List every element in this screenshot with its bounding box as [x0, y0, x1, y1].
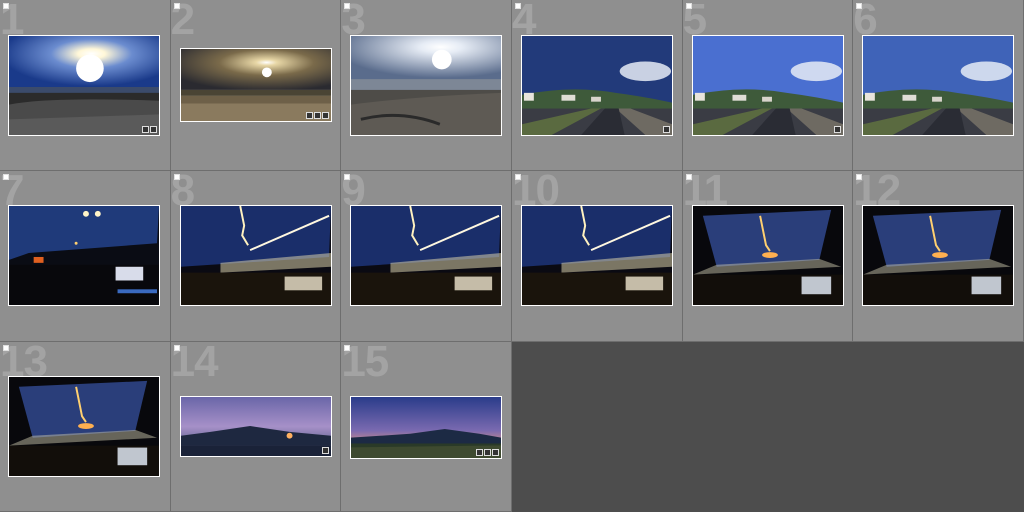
- flag-icon[interactable]: [514, 3, 521, 9]
- flag-icon[interactable]: [344, 345, 351, 351]
- thumbnail-cell[interactable]: 2: [170, 0, 342, 171]
- flag-icon[interactable]: [344, 174, 351, 180]
- photo-thumbnail[interactable]: [179, 396, 332, 457]
- flag-icon[interactable]: [685, 3, 692, 9]
- photo-thumbnail[interactable]: [862, 35, 1015, 136]
- thumbnail-cell[interactable]: 8: [170, 171, 342, 342]
- thumbnail-cell[interactable]: 6: [853, 0, 1024, 171]
- thumbnail-cell[interactable]: 14: [170, 342, 342, 512]
- crop-icon[interactable]: [313, 112, 321, 119]
- thumbnail-badges: [305, 112, 329, 119]
- edit-icon[interactable]: [833, 126, 841, 133]
- edit-icon[interactable]: [492, 449, 500, 456]
- photo-thumbnail[interactable]: [8, 205, 160, 306]
- edit-icon[interactable]: [321, 447, 329, 454]
- thumbnail-cell[interactable]: 7: [0, 171, 171, 342]
- thumbnail-cell[interactable]: 13: [0, 342, 171, 512]
- thumbnail-badges: [476, 449, 500, 456]
- crop-icon[interactable]: [484, 449, 492, 456]
- filmstrip-grid: 1 2 3 4 5 6 7 8 9 10 11 12 13 14 15: [0, 0, 1024, 512]
- flag-icon[interactable]: [173, 345, 180, 351]
- flag-icon[interactable]: [514, 174, 521, 180]
- empty-grid-area: [682, 342, 854, 512]
- flag-icon[interactable]: [685, 174, 692, 180]
- thumbnail-badges: [833, 126, 841, 133]
- flag-icon[interactable]: [344, 3, 351, 9]
- photo-thumbnail[interactable]: [8, 35, 160, 136]
- flag-icon[interactable]: [3, 174, 9, 180]
- photo-thumbnail[interactable]: [691, 205, 844, 306]
- photo-thumbnail[interactable]: [691, 35, 844, 136]
- photo-thumbnail[interactable]: [350, 35, 503, 136]
- thumbnail-cell[interactable]: 1: [0, 0, 171, 171]
- metadata-icon[interactable]: [142, 126, 149, 133]
- photo-thumbnail[interactable]: [862, 205, 1015, 306]
- metadata-icon[interactable]: [305, 112, 313, 119]
- thumbnail-cell[interactable]: 11: [682, 171, 854, 342]
- photo-thumbnail[interactable]: [350, 396, 503, 459]
- thumbnail-badges: [321, 447, 329, 454]
- edit-icon[interactable]: [150, 126, 157, 133]
- thumbnail-cell[interactable]: 5: [682, 0, 854, 171]
- flag-icon[interactable]: [3, 345, 9, 351]
- flag-icon[interactable]: [173, 174, 180, 180]
- empty-grid-area: [511, 342, 683, 512]
- thumbnail-cell[interactable]: 4: [511, 0, 683, 171]
- flag-icon[interactable]: [173, 3, 180, 9]
- flag-icon[interactable]: [3, 3, 9, 9]
- flag-icon[interactable]: [856, 3, 863, 9]
- photo-thumbnail[interactable]: [8, 376, 160, 477]
- photo-thumbnail[interactable]: [350, 205, 503, 306]
- thumbnail-cell[interactable]: 12: [853, 171, 1024, 342]
- thumbnail-badges: [662, 126, 670, 133]
- photo-thumbnail[interactable]: [179, 205, 332, 306]
- flag-icon[interactable]: [856, 174, 863, 180]
- thumbnail-cell[interactable]: 10: [511, 171, 683, 342]
- empty-grid-area: [853, 342, 1024, 512]
- photo-thumbnail[interactable]: [179, 48, 332, 122]
- edit-icon[interactable]: [662, 126, 670, 133]
- thumbnail-cell[interactable]: 15: [341, 342, 512, 512]
- photo-thumbnail[interactable]: [520, 205, 673, 306]
- metadata-icon[interactable]: [476, 449, 484, 456]
- edit-icon[interactable]: [321, 112, 329, 119]
- thumbnail-badges: [142, 126, 157, 133]
- thumbnail-cell[interactable]: 9: [341, 171, 512, 342]
- photo-thumbnail[interactable]: [520, 35, 673, 136]
- thumbnail-cell[interactable]: 3: [341, 0, 512, 171]
